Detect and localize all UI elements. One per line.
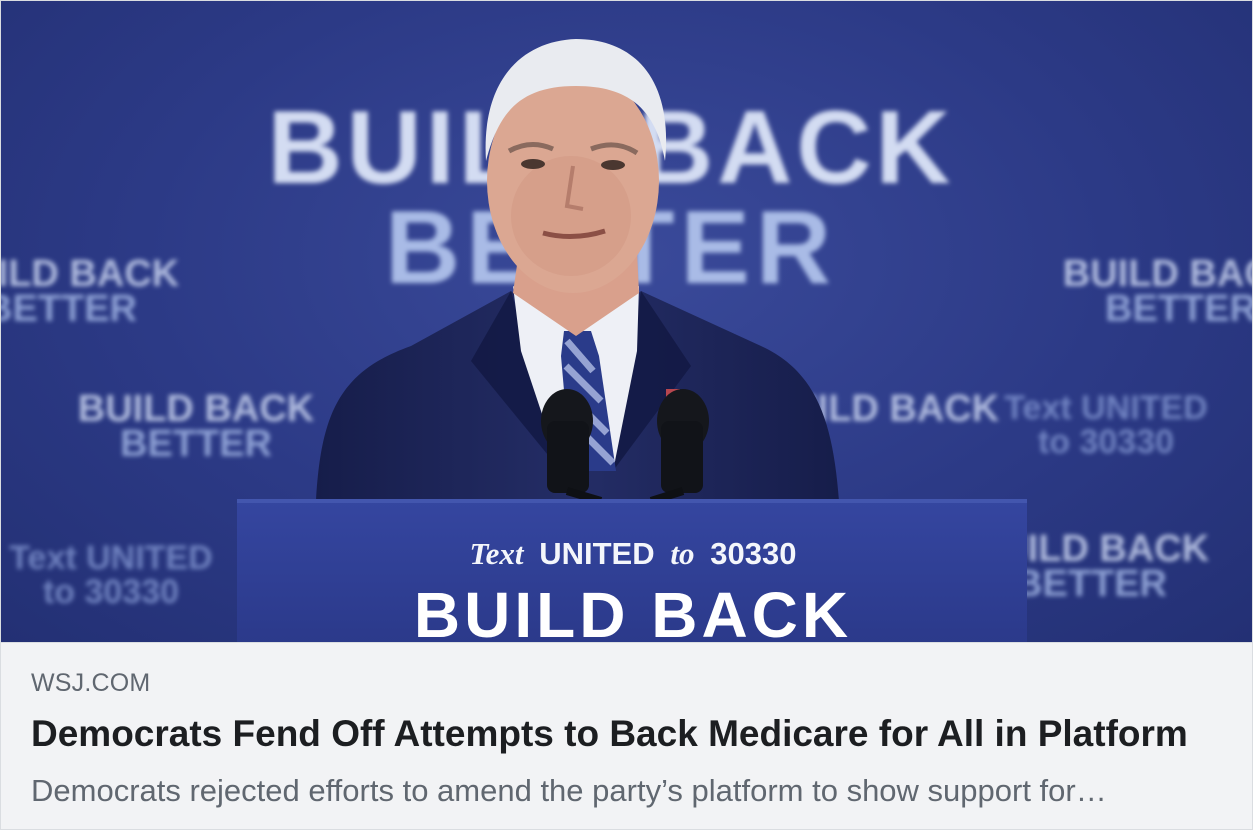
article-description: Democrats rejected efforts to amend the … — [31, 773, 1107, 808]
source-domain: WSJ.COM — [31, 669, 151, 697]
preview-caption[interactable]: WSJ.COM Democrats Fend Off Attempts to B… — [1, 642, 1252, 829]
small-text-right-1: Text UNITED — [1004, 389, 1207, 427]
podium-text-main: UNITED — [539, 536, 654, 571]
preview-image[interactable]: BUILD BACK BETTER BUILD BACK BETTER BUIL… — [1, 1, 1252, 642]
repeat-logo-right-low-sub: BETTER — [1015, 563, 1167, 605]
small-text-left-1: Text UNITED — [9, 539, 212, 577]
podium-text-number: 30330 — [710, 536, 796, 571]
podium: Text UNITED to 30330 BUILD BACK — [237, 499, 1027, 642]
article-headline[interactable]: Democrats Fend Off Attempts to Back Medi… — [31, 713, 1231, 755]
link-preview-card[interactable]: BUILD BACK BETTER BUILD BACK BETTER BUIL… — [0, 0, 1253, 830]
repeat-logo-left-top-sub: BETTER — [1, 288, 137, 330]
small-text-left-2: to 30330 — [43, 573, 179, 611]
podium-text-to: to — [670, 536, 694, 571]
podium-build-back: BUILD BACK — [414, 579, 852, 642]
podium-text-prefix: Text — [470, 536, 525, 571]
svg-text:Text UNITED: Text UNITED to 30330 — [470, 536, 797, 571]
small-text-right-2: to 30330 — [1038, 423, 1174, 461]
repeat-logo-left-mid-sub: BETTER — [120, 423, 272, 465]
preview-photo: BUILD BACK BETTER BUILD BACK BETTER BUIL… — [1, 39, 1252, 642]
repeat-logo-right-top-sub: BETTER — [1105, 288, 1252, 330]
